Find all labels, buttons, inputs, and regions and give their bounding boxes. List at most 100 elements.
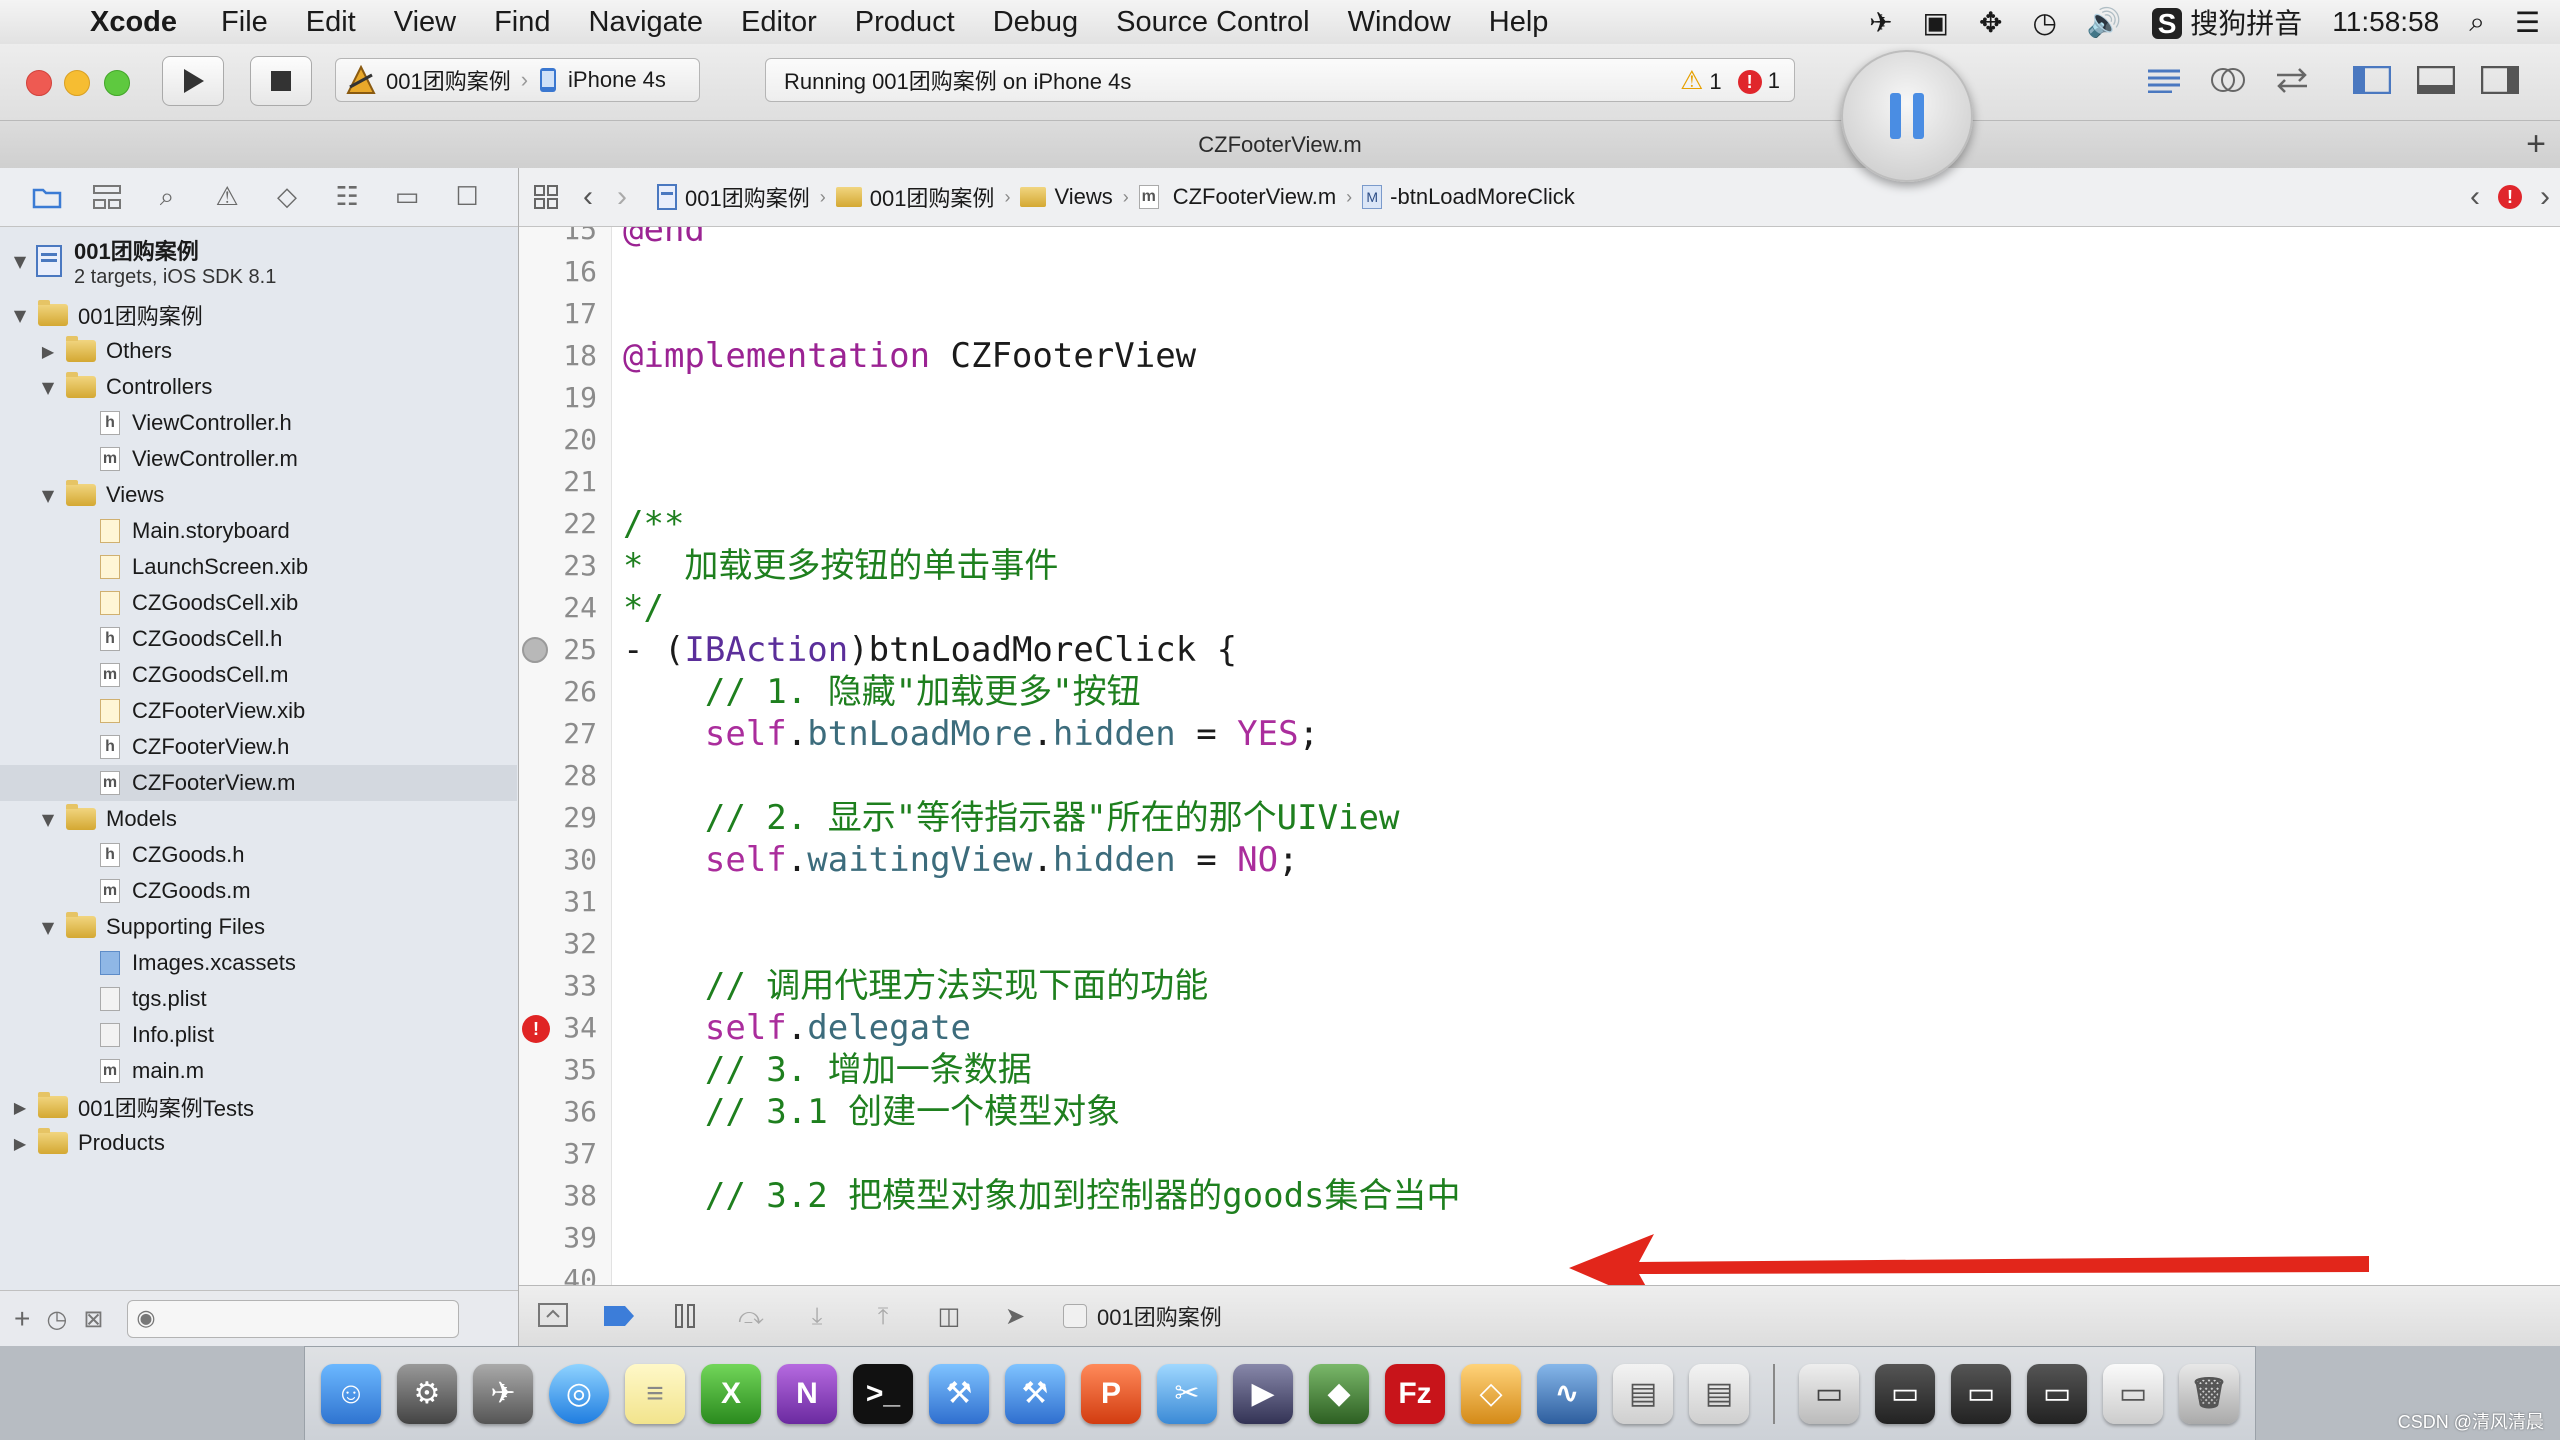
tree-row[interactable]: ▶ 001团购案例Tests: [0, 1089, 517, 1125]
disclosure-triangle-icon[interactable]: ▶: [10, 1134, 30, 1153]
crumb-group[interactable]: 001团购案例: [835, 181, 994, 213]
assistant-editor-button[interactable]: [2204, 62, 2252, 98]
close-window-button[interactable]: [26, 70, 52, 96]
crumb-project[interactable]: 001团购案例: [657, 181, 810, 213]
tree-row[interactable]: ▼ Views: [0, 477, 517, 513]
version-editor-button[interactable]: [2268, 62, 2316, 98]
editor-tab[interactable]: CZFooterView.m: [0, 120, 2560, 169]
code-line[interactable]: self.waitingView.hidden = NO;: [623, 839, 1299, 881]
window-thumb-1-icon[interactable]: ▭: [1799, 1363, 1859, 1424]
add-file-icon[interactable]: +: [14, 1303, 30, 1335]
crumb-views[interactable]: Views: [1020, 184, 1113, 210]
error-indicator[interactable]: ! 1: [1737, 68, 1780, 94]
disclosure-triangle-icon[interactable]: ▼: [38, 918, 58, 937]
tree-row[interactable]: LaunchScreen.xib: [0, 549, 517, 585]
onenote-icon[interactable]: N: [777, 1363, 837, 1424]
breakpoint-navigator-tab[interactable]: ▭: [390, 180, 424, 214]
warning-indicator[interactable]: ⚠ 1: [1680, 66, 1722, 96]
error-icon[interactable]: !: [2498, 185, 2522, 209]
screen-record-icon[interactable]: ▣: [1923, 6, 1949, 39]
tree-row[interactable]: m main.m: [0, 1053, 517, 1089]
tree-row[interactable]: h ViewController.h: [0, 405, 517, 441]
toggle-utilities-button[interactable]: [2476, 62, 2524, 98]
issue-navigator-tab[interactable]: ⚠: [210, 180, 244, 214]
tree-row[interactable]: CZFooterView.xib: [0, 693, 517, 729]
toggle-navigator-button[interactable]: [2348, 62, 2396, 98]
notification-center-icon[interactable]: ☰: [2515, 6, 2540, 39]
document-2-icon[interactable]: ▤: [1689, 1363, 1749, 1424]
disclosure-triangle-icon[interactable]: ▼: [10, 306, 30, 325]
next-issue-button[interactable]: ›: [2540, 180, 2550, 214]
tree-row[interactable]: m CZGoods.m: [0, 873, 517, 909]
xcode-beta-icon[interactable]: ⚒: [1005, 1363, 1065, 1424]
simulate-location-button[interactable]: ➤: [997, 1300, 1033, 1332]
code-line[interactable]: @end: [623, 227, 705, 251]
instruments-icon[interactable]: ✂: [1157, 1363, 1217, 1424]
test-navigator-tab[interactable]: ◇: [270, 180, 304, 214]
powerpoint-icon[interactable]: P: [1081, 1363, 1141, 1424]
finder-icon[interactable]: ☺: [321, 1363, 381, 1424]
code-line[interactable]: // 3.1 创建一个模型对象: [623, 1091, 1120, 1133]
menu-find[interactable]: Find: [494, 6, 550, 39]
tree-row[interactable]: tgs.plist: [0, 981, 517, 1017]
menu-navigate[interactable]: Navigate: [589, 6, 703, 39]
disclosure-triangle-icon[interactable]: ▼: [38, 378, 58, 397]
pause-continue-button[interactable]: [667, 1300, 703, 1332]
xcode-icon[interactable]: ⚒: [929, 1363, 989, 1424]
tree-row[interactable]: m CZGoodsCell.m: [0, 657, 517, 693]
code-line[interactable]: */: [623, 587, 664, 629]
window-thumb-5-icon[interactable]: ▭: [2103, 1363, 2163, 1424]
tree-row[interactable]: ▼ Supporting Files: [0, 909, 517, 945]
code-line[interactable]: // 1. 隐藏"加载更多"按钮: [623, 671, 1141, 713]
find-navigator-tab[interactable]: ⌕: [150, 180, 184, 214]
spotlight-search-icon[interactable]: ⌕: [2469, 5, 2485, 39]
tree-row[interactable]: ▶ Others: [0, 333, 517, 369]
menu-window[interactable]: Window: [1348, 6, 1451, 39]
code-line[interactable]: - (IBAction)btnLoadMoreClick {: [623, 629, 1237, 671]
tree-row[interactable]: CZGoodsCell.xib: [0, 585, 517, 621]
disclosure-triangle-icon[interactable]: ▼: [10, 252, 30, 271]
toggle-debug-area-button[interactable]: [2412, 62, 2460, 98]
notes-icon[interactable]: ≡: [625, 1363, 685, 1424]
menu-file[interactable]: File: [221, 6, 268, 39]
menu-editor[interactable]: Editor: [741, 6, 817, 39]
tree-row[interactable]: Images.xcassets: [0, 945, 517, 981]
disclosure-triangle-icon[interactable]: ▼: [38, 486, 58, 505]
airplane-icon[interactable]: ✈: [1869, 6, 1892, 39]
report-navigator-tab[interactable]: ☐: [450, 180, 484, 214]
time-machine-icon[interactable]: ◷: [2032, 6, 2056, 39]
tree-row[interactable]: m ViewController.m: [0, 441, 517, 477]
tree-row[interactable]: h CZGoods.h: [0, 837, 517, 873]
standard-editor-button[interactable]: [2140, 62, 2188, 98]
issue-counts[interactable]: ⚠ 1 ! 1: [1680, 59, 1780, 103]
run-button[interactable]: [162, 56, 224, 106]
action-connection-marker-icon[interactable]: [522, 637, 548, 663]
menu-help[interactable]: Help: [1489, 6, 1549, 39]
tree-row[interactable]: ▼ 001团购案例: [0, 297, 517, 333]
window-thumb-4-icon[interactable]: ▭: [2027, 1363, 2087, 1424]
menu-clock[interactable]: 11:58:58: [2332, 6, 2439, 38]
document-icon[interactable]: ▤: [1613, 1363, 1673, 1424]
input-method-menu[interactable]: S 搜狗拼音: [2151, 2, 2302, 42]
source-editor[interactable]: 15 16 17 18 19 20 21 22 23 24 25 26 27 28 29 30 31 32 33 34…: [519, 227, 2560, 1285]
app-icon[interactable]: ◆: [1309, 1363, 1369, 1424]
scheme-selector[interactable]: 001团购案例 › iPhone 4s: [335, 58, 700, 102]
source-control-filter-icon[interactable]: ⊠: [83, 1305, 103, 1333]
safari-icon[interactable]: ◎: [549, 1363, 609, 1424]
recent-files-icon[interactable]: ◷: [46, 1305, 67, 1333]
view-debug-button[interactable]: ◫: [931, 1300, 967, 1332]
menu-source-control[interactable]: Source Control: [1116, 6, 1309, 39]
sketch-icon[interactable]: ◇: [1461, 1363, 1521, 1424]
trash-icon[interactable]: 🗑: [2179, 1363, 2239, 1424]
volume-icon[interactable]: 🔊: [2087, 6, 2122, 39]
video-editor-icon[interactable]: ▶: [1233, 1363, 1293, 1424]
move-arrows-icon[interactable]: ✥: [1979, 6, 2002, 39]
window-thumb-2-icon[interactable]: ▭: [1875, 1363, 1935, 1424]
folder-navigator-tab[interactable]: [30, 180, 64, 214]
forward-button[interactable]: ›: [617, 180, 627, 214]
code-line[interactable]: self.delegate: [623, 1007, 971, 1049]
disclosure-triangle-icon[interactable]: ▼: [38, 810, 58, 829]
breakpoints-toggle-button[interactable]: [601, 1300, 637, 1332]
terminal-icon[interactable]: >_: [853, 1363, 913, 1424]
disclosure-triangle-icon[interactable]: ▶: [38, 342, 58, 361]
